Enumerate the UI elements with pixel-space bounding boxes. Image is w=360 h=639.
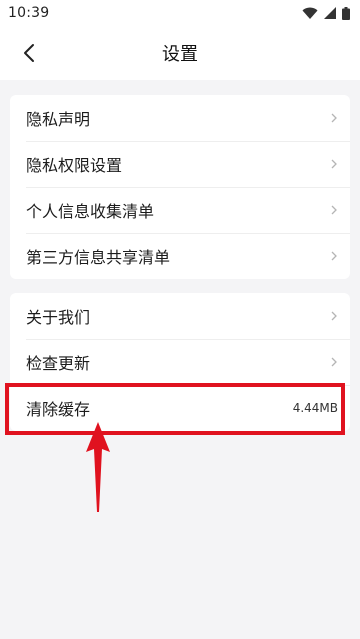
settings-card-privacy: 隐私声明 隐私权限设置 个人信息收集清单 第三方信息共享清单 [10,95,350,279]
chevron-right-icon [331,159,337,169]
about-us-label: 关于我们 [26,308,91,327]
back-arrow-icon [24,44,34,62]
status-icons [302,6,350,20]
header: 设置 [0,26,360,80]
check-update-item[interactable]: 检查更新 [10,339,350,385]
privacy-permission-settings-label: 隐私权限设置 [26,156,123,175]
status-time: 10:39 [8,5,50,21]
chevron-right-icon [331,251,337,261]
personal-info-collection-item[interactable]: 个人信息收集清单 [10,187,350,233]
check-update-label: 检查更新 [26,354,91,373]
signal-icon [324,7,336,19]
privacy-statement-item[interactable]: 隐私声明 [10,95,350,141]
back-button[interactable] [14,38,44,68]
chevron-right-icon [331,205,337,215]
page-title: 设置 [162,44,198,65]
clear-cache-label: 清除缓存 [26,400,91,419]
privacy-statement-label: 隐私声明 [26,110,91,129]
third-party-sharing-item[interactable]: 第三方信息共享清单 [10,233,350,279]
settings-card-app: 关于我们 检查更新 清除缓存 4.44MB [10,293,350,431]
chevron-right-icon [331,311,337,321]
wifi-icon [302,7,318,19]
red-arrow-icon [86,422,110,512]
battery-icon [342,6,350,20]
third-party-sharing-label: 第三方信息共享清单 [26,248,171,267]
status-bar: 10:39 [0,0,360,26]
personal-info-collection-label: 个人信息收集清单 [26,202,155,221]
privacy-permission-settings-item[interactable]: 隐私权限设置 [10,141,350,187]
clear-cache-item[interactable]: 清除缓存 4.44MB [10,385,350,431]
cache-size-value: 4.44MB [292,401,338,415]
chevron-right-icon [331,113,337,123]
about-us-item[interactable]: 关于我们 [10,293,350,339]
chevron-right-icon [331,357,337,367]
